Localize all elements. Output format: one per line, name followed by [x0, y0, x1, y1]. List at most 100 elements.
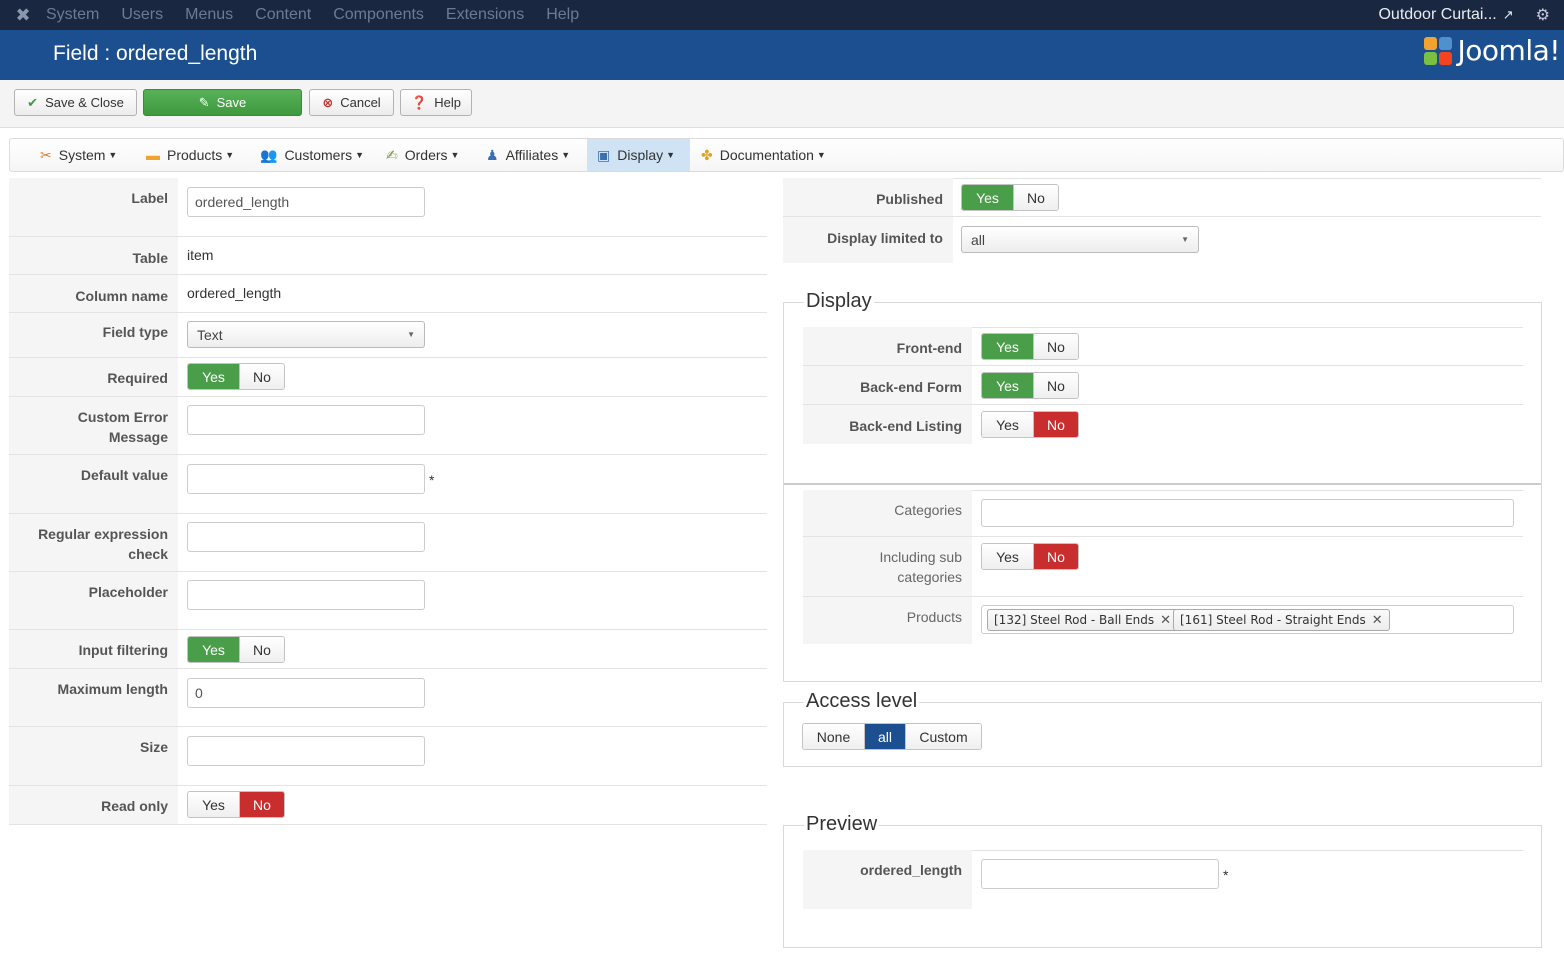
display-limited-select[interactable]: all ▼ [961, 226, 1199, 253]
cm-display[interactable]: ▣ Display ▼ [587, 139, 690, 171]
access-level-toggle: None all Custom [802, 723, 982, 750]
max-length-input[interactable]: 0 [187, 678, 425, 708]
field-type-select[interactable]: Text ▼ [187, 321, 425, 348]
cancel-button[interactable]: ⊗ Cancel [309, 89, 394, 116]
cm-affiliates[interactable]: ♟ Affiliates ▼ [486, 139, 570, 171]
including-sub-no-button[interactable]: No [1033, 544, 1078, 569]
size-input[interactable] [187, 736, 425, 766]
menu-users[interactable]: Users [121, 6, 163, 24]
joomla-icon[interactable]: ✖ [0, 5, 46, 26]
site-name: Outdoor Curtai... [1378, 6, 1497, 23]
row-custom-error: Custom Error Message [9, 397, 767, 455]
row-regex: Regular expression check [9, 514, 767, 572]
regex-label-line1: Regular expression [38, 526, 168, 542]
published-yes-button[interactable]: Yes [962, 185, 1013, 210]
site-link[interactable]: Outdoor Curtai... ↗ ⚙ [1378, 0, 1550, 30]
admin-top-navbar: ✖ System Users Menus Content Components … [0, 0, 1564, 30]
row-field-type: Field type Text ▼ [9, 313, 767, 358]
access-none-button[interactable]: None [803, 724, 864, 749]
caret-down-icon: ▼ [355, 150, 365, 160]
caret-down-icon: ▼ [450, 150, 460, 160]
toolbar: ✔ Save & Close ✎ Save ⊗ Cancel ❓ Help [0, 80, 1564, 128]
save-close-button[interactable]: ✔ Save & Close [14, 89, 137, 116]
row-back-end-listing: Back-end Listing Yes No [803, 405, 1523, 444]
size-label: Size [9, 727, 178, 785]
including-sub-label-line2: categories [897, 569, 962, 585]
including-sub-toggle: Yes No [981, 543, 1079, 570]
published-no-button[interactable]: No [1013, 185, 1058, 210]
menu-content[interactable]: Content [255, 6, 311, 24]
input-filtering-yes-button[interactable]: Yes [188, 637, 239, 662]
menu-components[interactable]: Components [333, 6, 424, 24]
default-value-label: Default value [9, 455, 178, 513]
products-label: Products [803, 597, 972, 644]
edit-icon: ✎ [198, 94, 210, 110]
cm-documentation[interactable]: ✤ Documentation ▼ [701, 139, 826, 171]
read-only-toggle: Yes No [187, 791, 285, 818]
cm-system-label: System [58, 147, 106, 163]
row-max-length: Maximum length 0 [9, 669, 767, 727]
row-column-name: Column name ordered_length [9, 275, 767, 313]
product-tag: [161] Steel Rod - Straight Ends ✕ [1173, 609, 1390, 631]
label-input[interactable]: ordered_length [187, 187, 425, 217]
users-icon: 👥 [260, 146, 278, 163]
access-level-legend: Access level [804, 690, 920, 713]
required-marker: * [1223, 867, 1229, 883]
required-marker: * [429, 472, 435, 488]
menu-system[interactable]: System [46, 6, 99, 24]
row-required: Required Yes No [9, 358, 767, 397]
read-only-no-button[interactable]: No [239, 792, 284, 817]
caret-down-icon: ▼ [816, 150, 826, 160]
menu-menus[interactable]: Menus [185, 6, 233, 24]
question-icon: ❓ [411, 94, 428, 110]
menu-extensions[interactable]: Extensions [446, 6, 524, 24]
read-only-label: Read only [9, 786, 178, 824]
row-read-only: Read only Yes No [9, 786, 767, 825]
cm-system[interactable]: ✂ System ▼ [40, 139, 117, 171]
cancel-icon: ⊗ [322, 94, 334, 110]
remove-tag-icon[interactable]: ✕ [1160, 613, 1171, 628]
row-table: Table item [9, 237, 767, 275]
row-size: Size [9, 727, 767, 786]
read-only-yes-button[interactable]: Yes [188, 792, 239, 817]
required-yes-button[interactable]: Yes [188, 364, 239, 389]
cm-documentation-label: Documentation [719, 147, 814, 163]
input-filtering-no-button[interactable]: No [239, 637, 284, 662]
preview-legend: Preview [804, 813, 880, 836]
cm-customers-label: Customers [284, 147, 353, 163]
access-all-button[interactable]: all [864, 724, 905, 749]
front-end-yes-button[interactable]: Yes [982, 334, 1033, 359]
categories-input[interactable] [981, 499, 1514, 527]
back-end-listing-toggle: Yes No [981, 411, 1079, 438]
placeholder-input[interactable] [187, 580, 425, 610]
document-icon: ✍ [386, 146, 398, 163]
back-end-listing-yes-button[interactable]: Yes [982, 412, 1033, 437]
custom-error-label-line1: Custom Error [77, 409, 168, 425]
required-no-button[interactable]: No [239, 364, 284, 389]
access-custom-button[interactable]: Custom [905, 724, 981, 749]
including-sub-yes-button[interactable]: Yes [982, 544, 1033, 569]
save-button[interactable]: ✎ Save [143, 89, 302, 116]
cm-products[interactable]: ▬ Products ▼ [146, 139, 234, 171]
back-end-form-no-button[interactable]: No [1033, 373, 1078, 398]
remove-tag-icon[interactable]: ✕ [1372, 613, 1383, 628]
back-end-form-yes-button[interactable]: Yes [982, 373, 1033, 398]
preview-input[interactable] [981, 859, 1219, 889]
row-input-filtering: Input filtering Yes No [9, 630, 767, 669]
default-value-input[interactable] [187, 464, 425, 494]
back-end-listing-no-button[interactable]: No [1033, 412, 1078, 437]
custom-error-input[interactable] [187, 405, 425, 435]
component-menu-bar: ✂ System ▼ ▬ Products ▼ 👥 Customers ▼ ✍ Ord… [9, 138, 1564, 172]
cm-customers[interactable]: 👥 Customers ▼ [260, 139, 364, 171]
cm-orders[interactable]: ✍ Orders ▼ [386, 139, 459, 171]
display-legend: Display [804, 290, 874, 313]
row-placeholder: Placeholder [9, 572, 767, 630]
regex-input[interactable] [187, 522, 425, 552]
help-button[interactable]: ❓ Help [400, 89, 472, 116]
gear-icon[interactable]: ⚙ [1536, 5, 1550, 25]
front-end-no-button[interactable]: No [1033, 334, 1078, 359]
joomla-brand-logo: Joomla! [1422, 34, 1561, 67]
custom-error-label-line2: Message [108, 429, 168, 445]
menu-help[interactable]: Help [546, 6, 579, 24]
external-link-icon: ↗ [1502, 7, 1514, 22]
